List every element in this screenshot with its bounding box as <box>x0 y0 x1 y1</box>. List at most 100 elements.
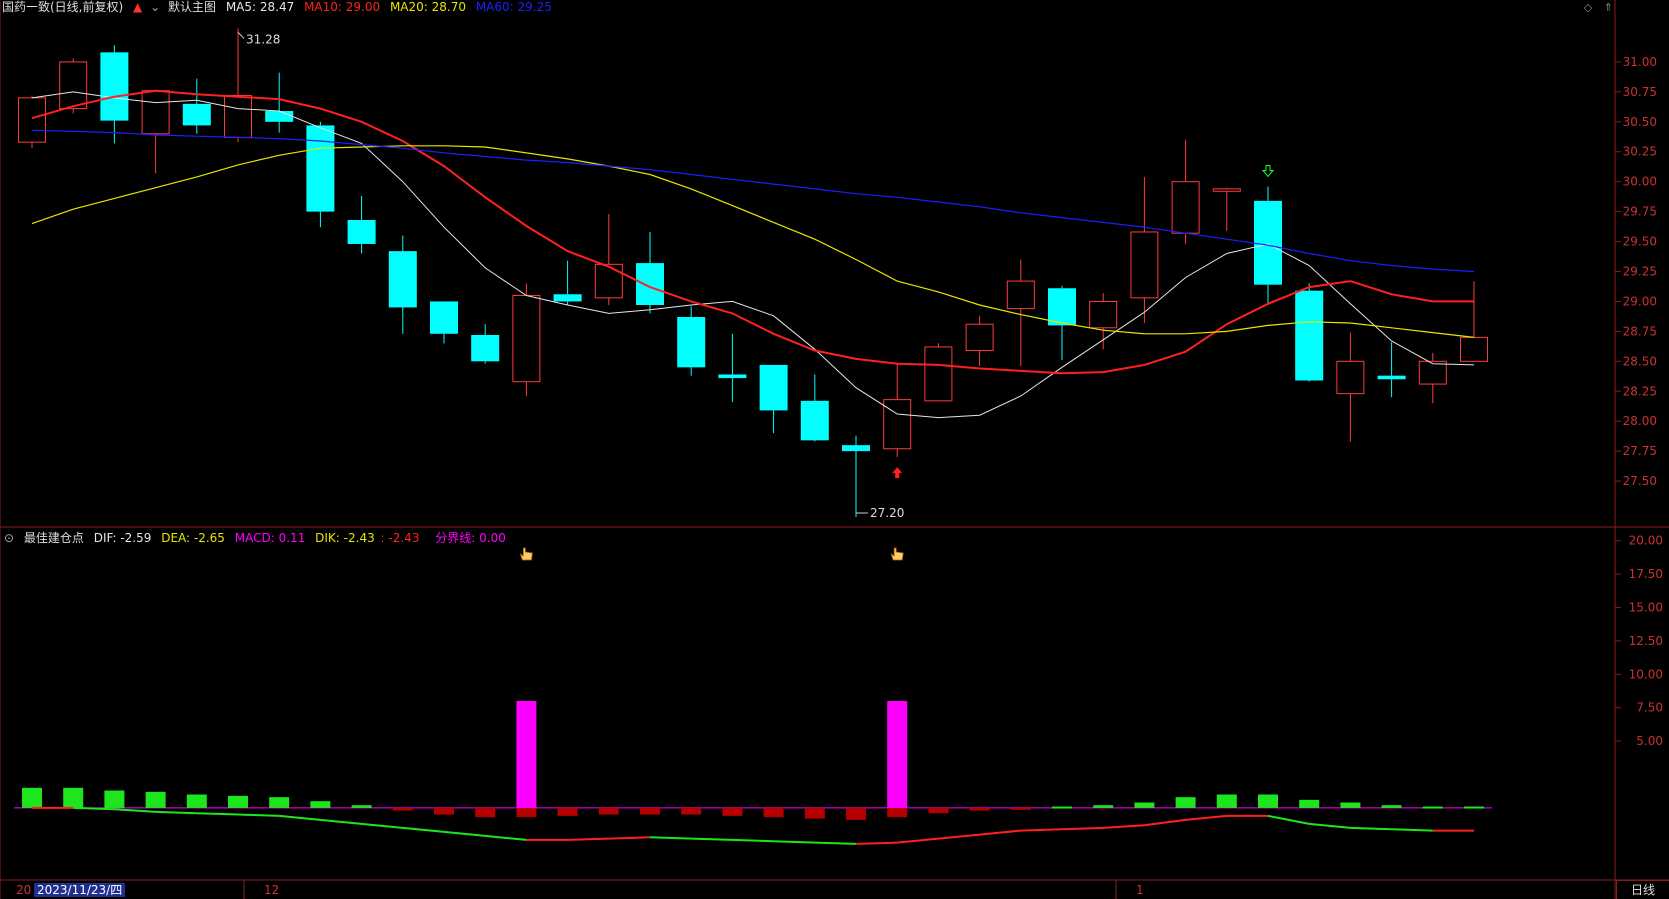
macd-bar <box>475 807 496 818</box>
boundary-label: 分界线: 0.00 <box>435 531 506 545</box>
dik-line-segment <box>649 836 692 840</box>
dik2-label: : -2.43 <box>380 531 420 545</box>
dik-line-segment <box>691 837 733 841</box>
dik-line-segment <box>1061 826 1104 831</box>
candle-body-down <box>182 103 211 126</box>
candle-body-up <box>1130 231 1159 299</box>
candle-body-down <box>800 400 829 441</box>
dik-line-segment <box>1309 822 1351 829</box>
price-tick-label: 31.00 <box>1623 55 1657 69</box>
candle-body-up <box>594 263 623 299</box>
price-tick-label: 29.75 <box>1623 205 1657 219</box>
macd-bar <box>969 807 990 811</box>
candle-body-down <box>1377 375 1406 380</box>
price-tick-label: 27.75 <box>1623 444 1657 458</box>
candle-body-down <box>471 334 500 362</box>
price-tick-label: 29.00 <box>1623 294 1657 308</box>
dik-line-segment <box>114 808 156 813</box>
dea-label: DEA: -2.65 <box>161 531 225 545</box>
ma5-label: MA5: 28.47 <box>225 0 295 14</box>
dik-line-segment <box>979 829 1021 836</box>
candle-body-up <box>18 97 46 143</box>
indicator-tick-label: 17.50 <box>1629 567 1663 581</box>
macd-bar <box>434 807 454 815</box>
template-dropdown-icon[interactable]: ⌄ <box>150 0 160 14</box>
dik-line-segment <box>814 841 857 845</box>
period-button[interactable]: 日线 <box>1616 880 1669 899</box>
indicator-tick-label: 15.00 <box>1629 600 1663 614</box>
macd-bar <box>722 807 743 816</box>
price-tick-label: 27.50 <box>1623 474 1657 488</box>
hand-cursor-icon <box>519 547 533 561</box>
macd-bar <box>887 807 908 818</box>
macd-bar <box>1134 802 1155 808</box>
dik-line-segment <box>196 812 239 816</box>
template-name[interactable]: 默认主图 <box>168 0 216 14</box>
signal-bar <box>887 700 908 808</box>
candle-body-up <box>1336 360 1365 395</box>
up-icon[interactable]: ⇑ <box>1604 1 1613 14</box>
macd-bar <box>1258 794 1278 808</box>
macd-bar <box>228 795 248 808</box>
candle-body-down <box>718 374 747 379</box>
price-tick-label: 29.50 <box>1623 235 1657 249</box>
dik-line-segment <box>1185 814 1227 821</box>
indicator-tick-label: 5.00 <box>1636 734 1663 748</box>
candle-body-down <box>100 52 129 121</box>
macd-bar <box>557 807 578 816</box>
candle-body-down <box>842 445 870 452</box>
candle-body-down <box>347 220 376 244</box>
macd-bar <box>681 807 702 815</box>
macd-bar <box>1381 805 1402 808</box>
ma20-label: MA20: 28.70 <box>389 0 466 14</box>
macd-bar <box>145 791 166 808</box>
candle-body-up <box>924 346 953 402</box>
candle-body-down <box>265 111 294 122</box>
dik-line-segment <box>1267 814 1310 825</box>
indicator-settings-icon[interactable]: ⊙ <box>4 531 14 545</box>
macd-bar <box>104 790 125 808</box>
price-tick-label: 28.50 <box>1623 354 1657 368</box>
month-label-jan: 1 <box>1136 883 1144 897</box>
dik-line-segment <box>773 840 815 844</box>
arrow-up-icon[interactable]: ▲ <box>133 0 142 14</box>
month-label-dec: 12 <box>264 883 280 897</box>
signal-bar <box>516 700 537 808</box>
window-controls: ◇ ⇑ <box>1576 1 1613 14</box>
candle-body-up <box>1089 300 1118 329</box>
dik-line-segment <box>73 806 115 811</box>
dik-line-segment <box>855 841 898 845</box>
dik-line-segment <box>320 818 362 825</box>
price-tick-label: 30.00 <box>1623 175 1657 189</box>
candle-body-down <box>759 364 788 411</box>
dik-line-segment <box>402 826 445 833</box>
macd-bar <box>928 807 949 814</box>
candle-body-up <box>512 294 541 383</box>
stock-chart[interactable]: 31.00 30.75 30.50 30.25 30.00 29.75 29.50 29.25… <box>0 0 1669 899</box>
candle-body-up <box>1212 188 1241 192</box>
price-tick-label: 29.25 <box>1623 265 1657 279</box>
dik-line-segment <box>155 810 197 815</box>
dif-label: DIF: -2.59 <box>93 531 152 545</box>
dik-line-segment <box>361 822 403 829</box>
dik-line-segment <box>1391 828 1433 832</box>
dik-line-segment <box>897 837 939 844</box>
dik-label: DIK: -2.43 <box>315 531 375 545</box>
candle-body-down <box>1048 288 1076 326</box>
candle-body-up <box>224 94 252 138</box>
candle-body-up <box>1460 336 1488 362</box>
candle-body-down <box>677 317 706 368</box>
macd-bar <box>22 787 42 808</box>
macd-bar <box>186 794 207 808</box>
stock-title[interactable]: 国药一致(日线,前复权) <box>2 0 123 14</box>
indicator-tick-label: 7.50 <box>1636 701 1663 715</box>
macd-bar <box>310 801 331 808</box>
macd-bar <box>846 807 866 820</box>
macd-bar <box>1093 805 1114 808</box>
diamond-icon[interactable]: ◇ <box>1584 1 1592 14</box>
dik-line-segment <box>485 834 527 841</box>
candle-body-down <box>1254 200 1282 285</box>
dik-line-segment <box>608 836 651 840</box>
indicator-name[interactable]: 最佳建仓点 <box>24 531 84 545</box>
macd-bar <box>598 807 619 815</box>
